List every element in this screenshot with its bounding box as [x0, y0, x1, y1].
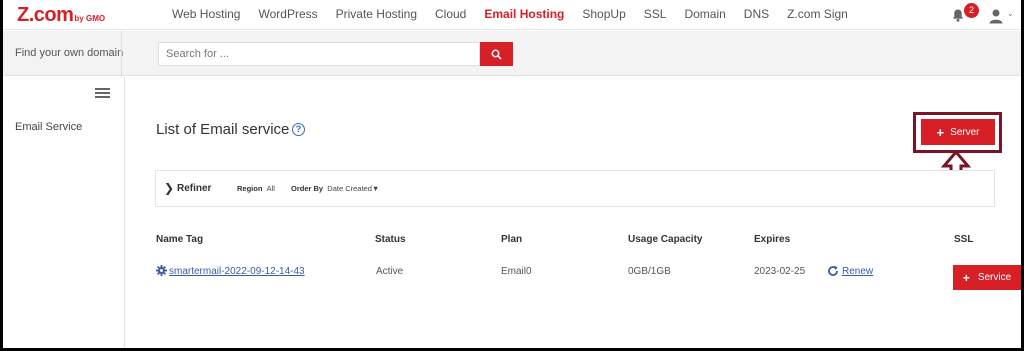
screenshot-border: [0, 0, 1024, 351]
